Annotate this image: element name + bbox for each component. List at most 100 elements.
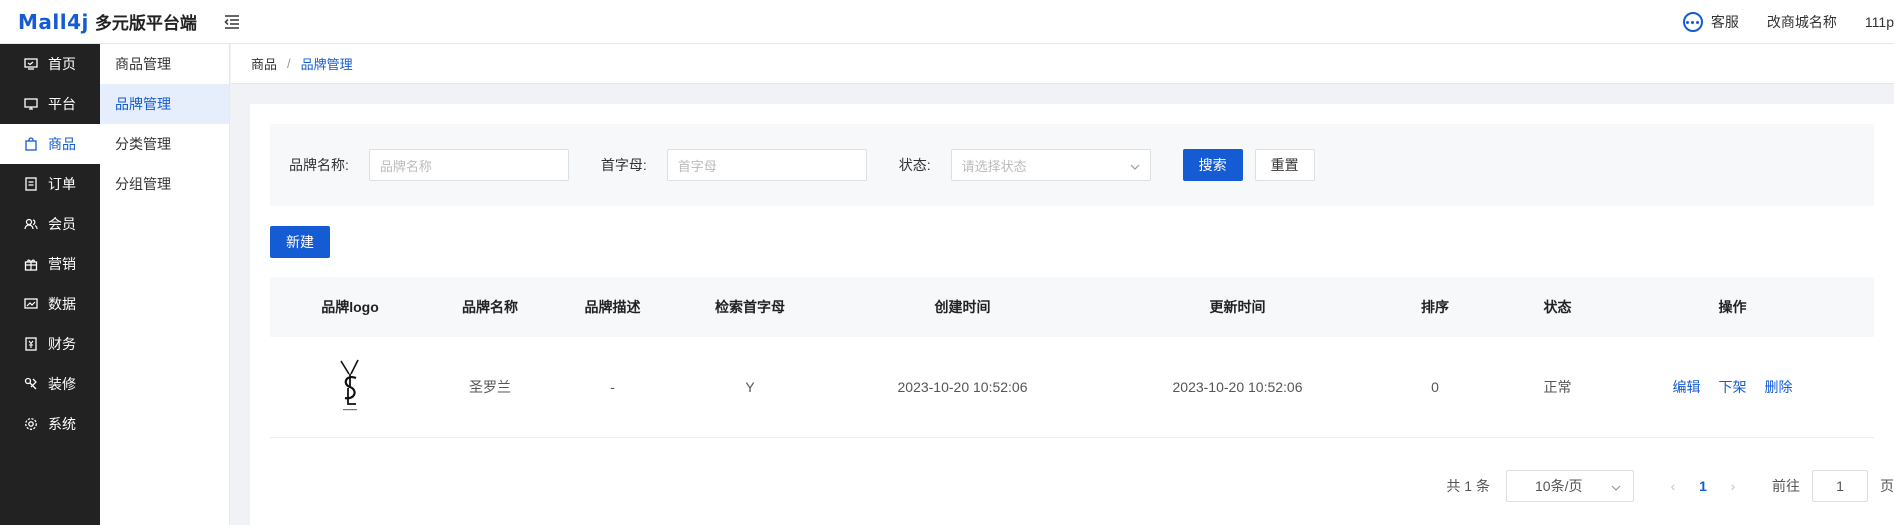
page-suffix-label: 页 [1880, 478, 1894, 494]
initial-label: 首字母: [600, 157, 647, 173]
pagination: 共 1 条 10条/页 ‹ 1 › 前往 1 页 [250, 470, 1894, 502]
brand-table: 品牌logo 品牌名称 品牌描述 检索首字母 创建时间 更新时间 排序 状态 操… [270, 277, 1874, 438]
sidebar-item-finance[interactable]: 财务 [0, 324, 100, 364]
sidebar-item-home[interactable]: 首页 [0, 44, 100, 84]
page-number-current[interactable]: 1 [1688, 478, 1718, 494]
search-button[interactable]: 搜索 [1182, 149, 1243, 181]
status-select-placeholder: 请选择状态 [961, 158, 1027, 174]
customer-service-link[interactable]: 客服 [1682, 12, 1739, 32]
breadcrumb-separator: / [287, 56, 291, 71]
sidebar-item-decoration[interactable]: 装修 [0, 364, 100, 404]
sidebar-item-platform[interactable]: 平台 [0, 84, 100, 124]
sidebar-item-label: 数据 [48, 296, 76, 312]
operations-cell: 编辑 下架 删除 [1620, 377, 1845, 397]
sidebar-item-data[interactable]: 数据 [0, 284, 100, 324]
initial-field: 首字母: 首字母 [601, 149, 867, 181]
updated-time-cell: 2023-10-20 10:52:06 [1172, 379, 1303, 395]
table-row: 圣罗兰 - Y 2023-10-20 10:52:06 2023-10-20 1… [270, 337, 1874, 438]
subnav-item-brand-management[interactable]: 品牌管理 [100, 84, 229, 124]
subnav-item-category-management[interactable]: 分类管理 [100, 124, 229, 164]
sort-cell: 0 [1431, 379, 1439, 395]
main-content: 品牌名称: 品牌名称 首字母: 首字母 状态: 请选择状态 搜索 重置 新建 品… [250, 104, 1894, 525]
new-brand-button[interactable]: 新建 [270, 226, 330, 258]
gift-icon [24, 257, 38, 271]
brand-name-cell: 圣罗兰 [469, 379, 511, 395]
brand-name-input[interactable]: 品牌名称 [368, 149, 569, 181]
page-size-select[interactable]: 10条/页 [1506, 470, 1634, 502]
chevron-down-icon [1611, 478, 1621, 494]
finance-icon [24, 337, 38, 351]
shop-name-label: 改商城名称 [1766, 14, 1837, 30]
home-icon [24, 57, 38, 71]
column-header: 更新时间 [1209, 299, 1266, 315]
table-header: 品牌logo 品牌名称 品牌描述 检索首字母 创建时间 更新时间 排序 状态 操… [270, 277, 1874, 337]
user-menu[interactable]: 111p [1865, 14, 1894, 30]
brand-initial-cell: Y [745, 379, 755, 395]
column-header: 品牌logo [321, 299, 379, 315]
reset-button[interactable]: 重置 [1254, 149, 1315, 181]
document-icon [24, 177, 38, 191]
sidebar-item-label: 商品 [48, 136, 76, 152]
chevron-down-icon [1130, 158, 1140, 173]
search-form: 品牌名称: 品牌名称 首字母: 首字母 状态: 请选择状态 搜索 重置 [270, 124, 1874, 206]
brand-name-label: 品牌名称: [289, 157, 349, 173]
sidebar-item-orders[interactable]: 订单 [0, 164, 100, 204]
sidebar-item-label: 首页 [48, 56, 76, 72]
brand-logo-cell [270, 358, 430, 416]
edit-link[interactable]: 编辑 [1673, 377, 1701, 397]
monitor-icon [24, 97, 38, 111]
page-jumper: 前往 1 页 [1772, 470, 1894, 502]
customer-service-label: 客服 [1710, 14, 1739, 30]
column-header: 品牌描述 [584, 299, 641, 315]
sidebar-item-label: 系统 [48, 416, 76, 432]
breadcrumb-parent[interactable]: 商品 [251, 54, 277, 73]
column-header: 创建时间 [934, 299, 991, 315]
status-label: 状态: [898, 157, 931, 173]
breadcrumb: 商品 / 品牌管理 [231, 44, 1894, 84]
status-field: 状态: 请选择状态 [899, 149, 1151, 181]
header-right: 客服 改商城名称 111p [1682, 0, 1894, 44]
brand-name-field: 品牌名称: 品牌名称 [289, 149, 569, 181]
paint-icon [24, 377, 38, 391]
menu-collapse-icon[interactable] [223, 13, 241, 31]
logo-text: 多元版平台端 [94, 14, 197, 33]
shop-name-link[interactable]: 改商城名称 [1767, 12, 1837, 32]
brand-description-cell: - [610, 379, 615, 395]
column-header: 排序 [1421, 299, 1449, 315]
created-time-cell: 2023-10-20 10:52:06 [897, 379, 1028, 395]
sidebar-item-label: 营销 [48, 256, 76, 272]
goto-label: 前往 [1772, 478, 1800, 494]
sidebar-item-label: 平台 [48, 96, 76, 112]
sidebar-item-goods[interactable]: 商品 [0, 124, 100, 164]
sidebar-item-label: 财务 [48, 336, 76, 352]
subnav-item-group-management[interactable]: 分组管理 [100, 164, 229, 204]
sidebar-item-label: 装修 [48, 376, 76, 392]
next-page-icon[interactable]: › [1718, 478, 1748, 494]
pagination-total: 共 1 条 [1446, 478, 1490, 494]
sidebar-item-marketing[interactable]: 营销 [0, 244, 100, 284]
users-icon [24, 217, 38, 231]
bag-icon [24, 137, 38, 151]
delist-link[interactable]: 下架 [1719, 377, 1747, 397]
breadcrumb-current: 品牌管理 [300, 57, 353, 72]
sidebar-item-system[interactable]: 系统 [0, 404, 100, 444]
sidebar-item-label: 会员 [48, 216, 76, 232]
column-header: 操作 [1718, 299, 1747, 315]
column-header: 品牌名称 [462, 299, 518, 315]
logo[interactable]: Mall4j 多元版平台端 [0, 9, 197, 34]
sidebar-item-members[interactable]: 会员 [0, 204, 100, 244]
logo-mark: Mall4j [18, 9, 89, 34]
chat-icon [1682, 12, 1703, 32]
status-select[interactable]: 请选择状态 [950, 149, 1151, 181]
prev-page-icon[interactable]: ‹ [1658, 478, 1688, 494]
user-name: 111p [1864, 14, 1894, 30]
sub-navigation: 商品管理 品牌管理 分类管理 分组管理 [100, 44, 230, 525]
goto-page-input[interactable]: 1 [1812, 470, 1868, 502]
brand-logo-image [340, 359, 359, 411]
status-cell: 正常 [1543, 379, 1572, 395]
initial-input[interactable]: 首字母 [666, 149, 867, 181]
delete-link[interactable]: 删除 [1765, 377, 1793, 397]
main-sidebar: 首页 平台 商品 订单 会员 营销 数据 财务 装修 系统 [0, 44, 100, 525]
subnav-item-goods-management[interactable]: 商品管理 [100, 44, 229, 84]
column-header: 状态 [1543, 299, 1572, 315]
